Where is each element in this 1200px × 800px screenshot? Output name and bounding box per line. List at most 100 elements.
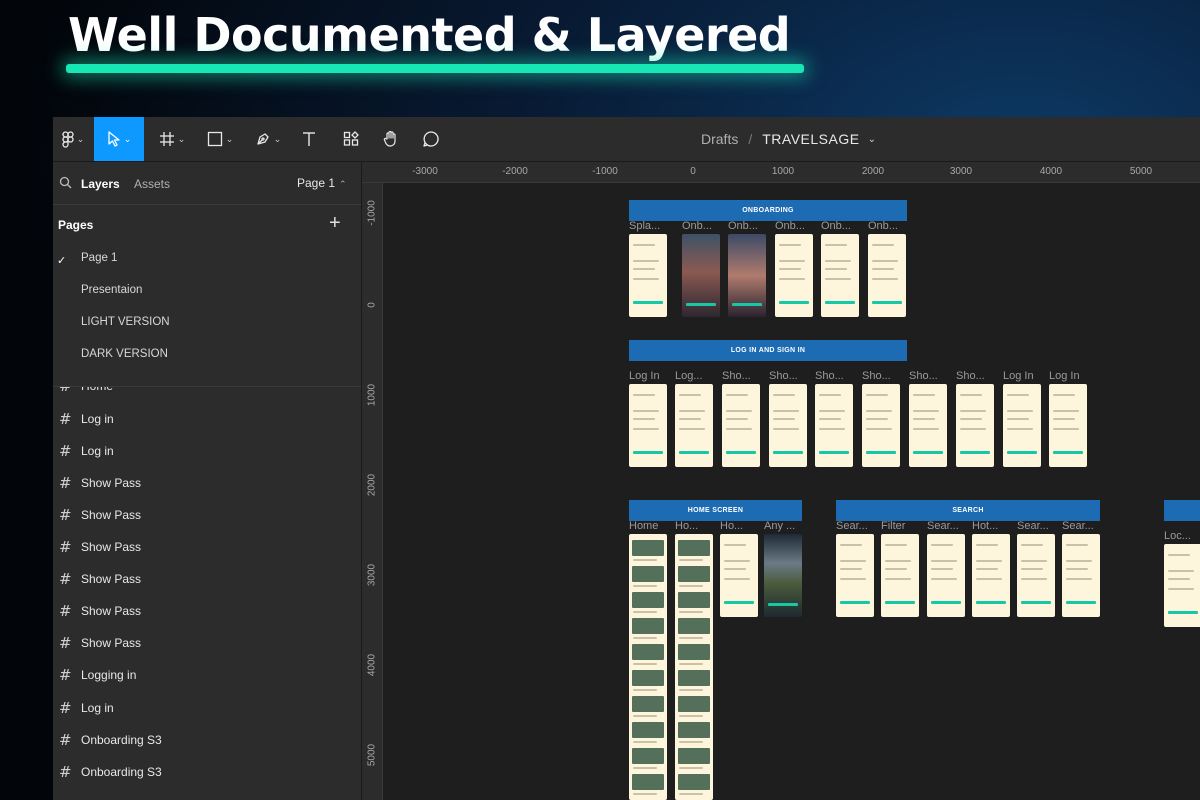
layer-item[interactable]: # Show Pass — [53, 634, 361, 660]
frame-thumbnail[interactable] — [675, 384, 713, 467]
frame-label[interactable]: Any ... — [764, 520, 806, 532]
chevron-down-icon[interactable]: ⌄ — [868, 134, 876, 145]
hand-tool-button[interactable] — [375, 117, 407, 161]
frame-thumbnail[interactable] — [629, 234, 667, 317]
frame-label[interactable]: Sho... — [815, 370, 857, 382]
section-home-screen[interactable]: HOME SCREEN — [629, 500, 802, 521]
resources-button[interactable] — [335, 117, 367, 161]
content-line — [724, 568, 746, 570]
layer-item[interactable]: # Show Pass — [53, 538, 361, 564]
frame-label[interactable]: Log In — [629, 370, 671, 382]
frame-thumbnail[interactable] — [728, 234, 766, 317]
section-search[interactable]: SEARCH — [836, 500, 1100, 521]
layer-item[interactable]: # Onboarding S3 — [53, 731, 361, 757]
frame-label[interactable]: Onb... — [728, 220, 770, 232]
frame-tool-button[interactable]: ⌄ — [151, 117, 193, 161]
page-item-presentation[interactable]: Presentaion — [81, 284, 142, 296]
content-line — [931, 544, 953, 546]
main-menu-button[interactable]: ⌄ — [53, 117, 93, 161]
frame-thumbnail[interactable] — [836, 534, 874, 617]
frame-label[interactable]: Log In — [1003, 370, 1045, 382]
layer-item[interactable]: # Log in — [53, 442, 361, 468]
frame-thumbnail[interactable] — [927, 534, 965, 617]
breadcrumb-drafts[interactable]: Drafts — [701, 131, 738, 147]
frame-label[interactable]: Ho... — [675, 520, 717, 532]
frame-thumbnail[interactable] — [909, 384, 947, 467]
frame-label[interactable]: Sear... — [927, 520, 969, 532]
frame-label[interactable]: Ho... — [720, 520, 762, 532]
frame-label[interactable]: Log... — [675, 370, 717, 382]
text-tool-button[interactable] — [293, 117, 325, 161]
frame-thumbnail[interactable] — [1062, 534, 1100, 617]
canvas[interactable]: ONBOARDING LOG IN AND SIGN IN HOME SCREE… — [383, 183, 1200, 800]
layer-item[interactable]: # Show Pass — [53, 506, 361, 532]
layer-item[interactable]: # Log in — [53, 699, 361, 725]
tab-layers[interactable]: Layers — [81, 177, 120, 191]
frame-label[interactable]: Filter — [881, 520, 923, 532]
frame-thumbnail[interactable] — [972, 534, 1010, 617]
page-item-light-version[interactable]: LIGHT VERSION — [81, 316, 170, 328]
frame-thumbnail[interactable] — [1164, 544, 1200, 627]
layer-item[interactable]: # Log in — [53, 410, 361, 436]
frame-label[interactable]: Loc... — [1164, 530, 1200, 542]
frame-label[interactable]: Home — [629, 520, 671, 532]
frame-label[interactable]: Spla... — [629, 220, 671, 232]
content-line — [633, 268, 655, 270]
frame-label[interactable]: Hot... — [972, 520, 1014, 532]
tab-assets[interactable]: Assets — [134, 177, 170, 191]
frame-label[interactable]: Onb... — [775, 220, 817, 232]
frame-thumbnail[interactable] — [764, 534, 802, 617]
frame-label[interactable]: Log In — [1049, 370, 1091, 382]
frame-label[interactable]: Sear... — [1062, 520, 1104, 532]
frame-thumbnail[interactable] — [682, 234, 720, 317]
frame-thumbnail[interactable] — [956, 384, 994, 467]
add-page-button[interactable]: + — [329, 212, 341, 235]
layer-item[interactable]: # Show Pass — [53, 570, 361, 596]
frame-thumbnail[interactable] — [769, 384, 807, 467]
hero-title: Well Documented & Layered — [68, 8, 791, 62]
frame-thumbnail[interactable] — [720, 534, 758, 617]
layer-item[interactable]: # Show Pass — [53, 474, 361, 500]
search-icon[interactable] — [59, 176, 72, 194]
frame-thumbnail[interactable] — [629, 384, 667, 467]
frame-label[interactable]: Onb... — [868, 220, 910, 232]
frame-thumbnail[interactable] — [815, 384, 853, 467]
layer-item[interactable]: # Logging in — [53, 666, 361, 692]
pen-tool-button[interactable]: ⌄ — [247, 117, 289, 161]
layer-label: Log in — [81, 444, 114, 458]
shape-tool-button[interactable]: ⌄ — [199, 117, 241, 161]
frame-label[interactable]: Sho... — [769, 370, 811, 382]
cta-bar — [1021, 601, 1051, 604]
section-login[interactable]: LOG IN AND SIGN IN — [629, 340, 907, 361]
frame-thumbnail[interactable] — [862, 384, 900, 467]
frame-label[interactable]: Sho... — [722, 370, 764, 382]
layer-item[interactable]: # Onboarding S3 — [53, 763, 361, 789]
frame-thumbnail[interactable] — [1017, 534, 1055, 617]
page-selector[interactable]: Page 1 ⌃ — [297, 176, 347, 190]
frame-thumbnail[interactable] — [821, 234, 859, 317]
move-tool-button[interactable]: ⌄ — [94, 117, 144, 161]
frame-thumbnail[interactable] — [722, 384, 760, 467]
frame-thumbnail[interactable] — [1049, 384, 1087, 467]
section-onboarding[interactable]: ONBOARDING — [629, 200, 907, 221]
page-item-dark-version[interactable]: DARK VERSION — [81, 348, 168, 360]
frame-label[interactable]: Sear... — [1017, 520, 1059, 532]
frame-label[interactable]: Onb... — [682, 220, 724, 232]
frame-label[interactable]: Sear... — [836, 520, 878, 532]
layer-item[interactable]: # Home — [53, 387, 361, 403]
frame-thumbnail[interactable] — [881, 534, 919, 617]
frame-thumbnail[interactable] — [775, 234, 813, 317]
frame-thumbnail[interactable] — [868, 234, 906, 317]
frame-label[interactable]: Sho... — [909, 370, 951, 382]
frame-thumbnail[interactable] — [675, 534, 713, 800]
file-name[interactable]: TRAVELSAGE — [762, 131, 859, 147]
layer-item[interactable]: # Show Pass — [53, 602, 361, 628]
section-location[interactable] — [1164, 500, 1200, 521]
frame-label[interactable]: Sho... — [956, 370, 998, 382]
frame-thumbnail[interactable] — [629, 534, 667, 800]
frame-thumbnail[interactable] — [1003, 384, 1041, 467]
comment-tool-button[interactable] — [415, 117, 447, 161]
frame-label[interactable]: Sho... — [862, 370, 904, 382]
page-item-page-1[interactable]: ✓ Page 1 — [53, 252, 361, 272]
frame-label[interactable]: Onb... — [821, 220, 863, 232]
